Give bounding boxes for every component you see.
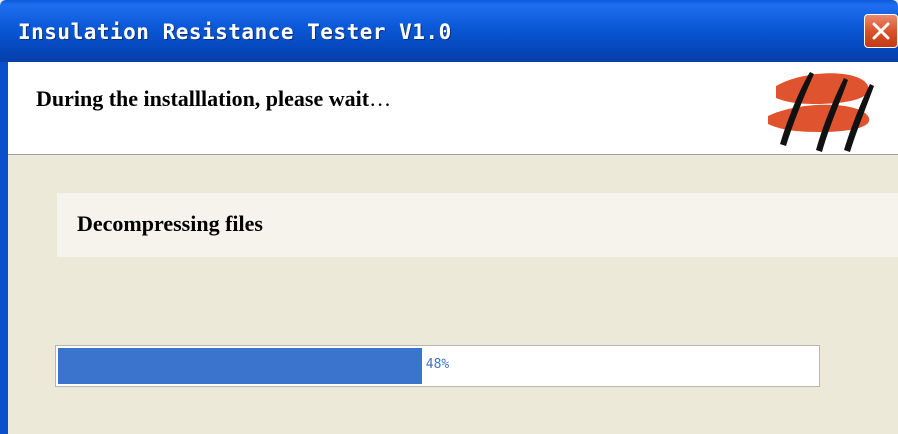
status-text: Decompressing files [77,211,263,236]
header-ellipsis: … [369,86,392,111]
stray-mark [53,200,55,230]
window-title: Insulation Resistance Tester V1.0 [18,20,452,44]
status-panel: Decompressing files [57,193,898,257]
title-bar[interactable]: Insulation Resistance Tester V1.0 [0,0,898,62]
logo-icon [768,72,874,152]
window-frame-left [0,62,8,434]
close-button[interactable] [864,14,898,48]
header-title: During the installlation, please wait… [36,86,391,112]
close-icon [872,22,890,40]
header-title-text: During the installlation, please wait [36,86,370,111]
installer-window: Insulation Resistance Tester V1.0 During… [0,0,898,434]
header-panel: During the installlation, please wait… [8,62,898,155]
progress-percent: 48% [425,357,450,372]
progress-bar: 48% [55,345,820,387]
